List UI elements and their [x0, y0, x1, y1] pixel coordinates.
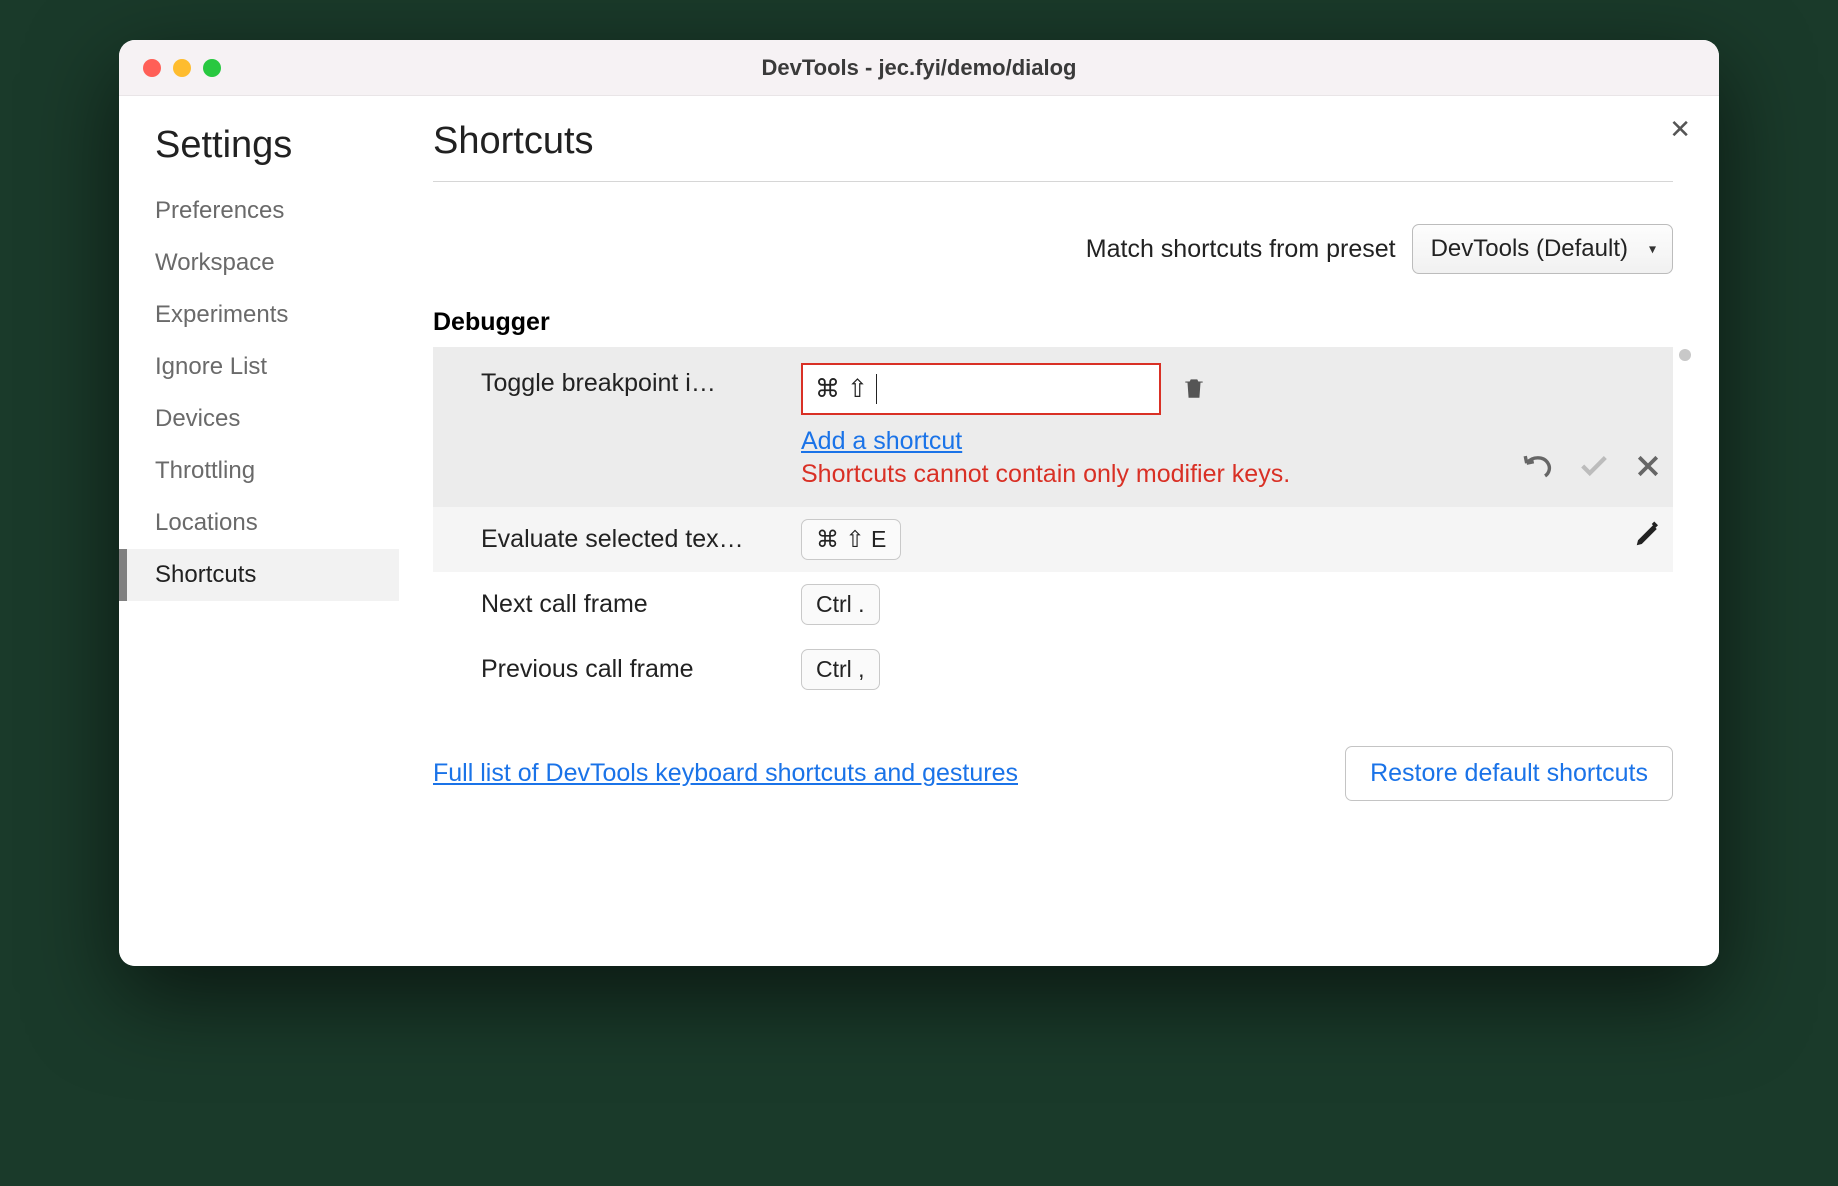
shortcut-input[interactable]: ⌘ ⇧: [801, 363, 1161, 415]
shortcut-row: Next call frame Ctrl .: [433, 572, 1673, 637]
window-minimize-button[interactable]: [173, 59, 191, 77]
shortcut-kbd: ⌘ ⇧ E: [801, 519, 901, 560]
window-zoom-button[interactable]: [203, 59, 221, 77]
sidebar-item-devices[interactable]: Devices: [119, 393, 399, 445]
traffic-lights: [143, 59, 221, 77]
preset-select[interactable]: DevTools (Default): [1412, 224, 1673, 274]
shortcut-kbd: Ctrl .: [801, 584, 880, 625]
shortcut-label: Previous call frame: [481, 649, 801, 684]
scrollbar-thumb[interactable]: [1679, 349, 1691, 361]
panel-footer: Full list of DevTools keyboard shortcuts…: [433, 746, 1673, 801]
confirm-icon: [1577, 449, 1611, 483]
delete-shortcut-icon[interactable]: [1181, 373, 1207, 403]
shortcut-error-message: Shortcuts cannot contain only modifier k…: [801, 460, 1301, 489]
window-close-button[interactable]: [143, 59, 161, 77]
sidebar-item-preferences[interactable]: Preferences: [119, 185, 399, 237]
shortcut-rows: Toggle breakpoint i… ⌘ ⇧ Add a shortcut: [433, 347, 1673, 702]
panel-title: Shortcuts: [433, 120, 1673, 182]
window-title: DevTools - jec.fyi/demo/dialog: [119, 55, 1719, 81]
preset-value: DevTools (Default): [1431, 235, 1628, 262]
shortcut-row: Evaluate selected tex… ⌘ ⇧ E: [433, 507, 1673, 572]
titlebar: DevTools - jec.fyi/demo/dialog: [119, 40, 1719, 96]
sidebar-item-throttling[interactable]: Throttling: [119, 445, 399, 497]
settings-sidebar: Settings Preferences Workspace Experimen…: [119, 96, 399, 966]
cancel-icon[interactable]: [1633, 451, 1663, 481]
preset-label: Match shortcuts from preset: [1086, 235, 1396, 264]
shortcut-row: Previous call frame Ctrl ,: [433, 637, 1673, 702]
preset-row: Match shortcuts from preset DevTools (De…: [433, 224, 1673, 274]
sidebar-item-shortcuts[interactable]: Shortcuts: [119, 549, 399, 601]
shortcut-label: Toggle breakpoint i…: [481, 363, 801, 398]
shortcut-row-editing: Toggle breakpoint i… ⌘ ⇧ Add a shortcut: [433, 347, 1673, 507]
sidebar-item-locations[interactable]: Locations: [119, 497, 399, 549]
sidebar-item-ignore-list[interactable]: Ignore List: [119, 341, 399, 393]
text-cursor: [876, 374, 877, 404]
shortcut-label: Evaluate selected tex…: [481, 519, 801, 554]
devtools-settings-window: DevTools - jec.fyi/demo/dialog ✕ Setting…: [119, 40, 1719, 966]
shortcut-input-keys: ⌘ ⇧: [815, 374, 868, 404]
sidebar-title: Settings: [119, 120, 399, 185]
undo-icon[interactable]: [1521, 449, 1555, 483]
sidebar-item-workspace[interactable]: Workspace: [119, 237, 399, 289]
shortcuts-panel: Shortcuts Match shortcuts from preset De…: [399, 96, 1719, 966]
full-shortcut-list-link[interactable]: Full list of DevTools keyboard shortcuts…: [433, 759, 1018, 788]
section-header-debugger: Debugger: [433, 308, 1673, 337]
add-shortcut-link[interactable]: Add a shortcut: [801, 427, 962, 456]
edit-shortcut-icon[interactable]: [1633, 519, 1663, 549]
shortcut-kbd: Ctrl ,: [801, 649, 880, 690]
sidebar-item-experiments[interactable]: Experiments: [119, 289, 399, 341]
shortcut-label: Next call frame: [481, 584, 801, 619]
restore-defaults-button[interactable]: Restore default shortcuts: [1345, 746, 1673, 801]
